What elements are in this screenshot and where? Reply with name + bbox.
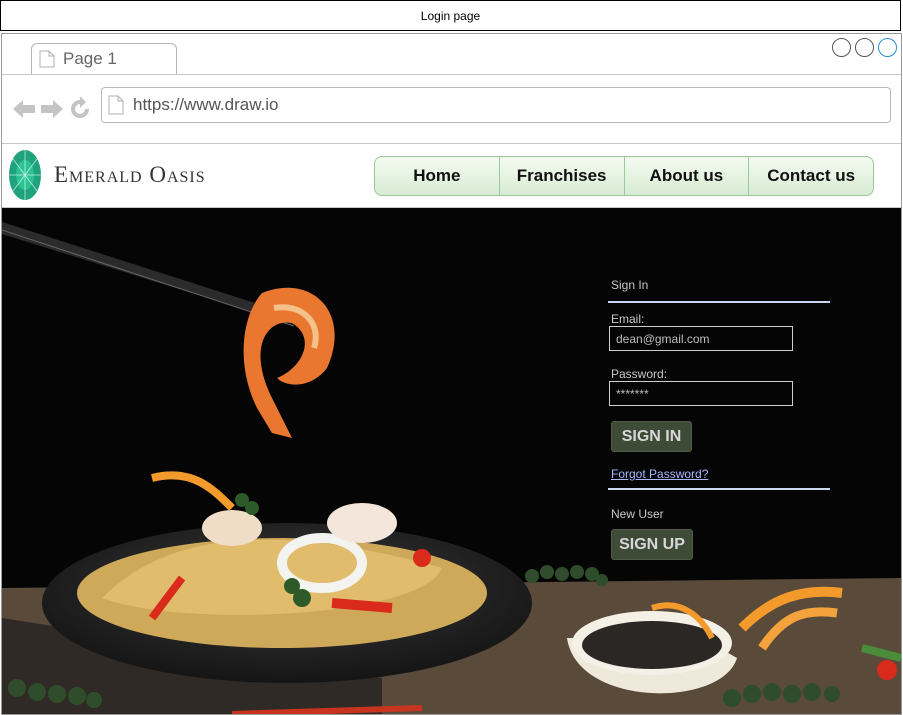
new-user-label: New User [611, 507, 664, 521]
page-icon [108, 95, 124, 115]
signup-button[interactable]: SIGN UP [611, 529, 693, 560]
brand-name: Emerald Oasis [54, 162, 206, 187]
minimize-button[interactable] [832, 38, 851, 57]
site-logo[interactable]: Emerald Oasis [8, 149, 206, 201]
emerald-gem-icon [9, 150, 41, 200]
nav-about-us[interactable]: About us [623, 157, 749, 195]
nav-home[interactable]: Home [375, 157, 499, 195]
hero-image: Sign In Email: dean@gmail.com Password: … [2, 208, 901, 714]
refresh-icon[interactable] [68, 97, 92, 121]
tab-label: Page 1 [63, 49, 117, 68]
url-text: https://www.draw.io [133, 95, 279, 114]
window-titlebar: Login page [0, 0, 901, 31]
main-nav: Home Franchises About us Contact us [374, 156, 874, 196]
tab-strip: Page 1 [2, 34, 901, 75]
email-label: Email: [611, 312, 645, 326]
browser-tab[interactable]: Page 1 [31, 43, 177, 74]
signin-divider [608, 301, 830, 303]
food-photo [2, 208, 901, 714]
browser-window: Page 1 https://www.draw.io Emerald Oasis… [1, 33, 902, 715]
email-field[interactable]: dean@gmail.com [609, 326, 793, 351]
close-button[interactable] [878, 38, 897, 57]
password-value: ******* [616, 386, 649, 401]
forward-arrow-icon[interactable] [40, 98, 64, 120]
window-controls [832, 38, 897, 57]
back-arrow-icon[interactable] [12, 98, 36, 120]
password-field[interactable]: ******* [609, 381, 793, 406]
address-row: https://www.draw.io [2, 75, 901, 144]
password-label: Password: [611, 367, 668, 381]
site-header: Emerald Oasis Home Franchises About us C… [2, 144, 901, 208]
signup-divider [608, 488, 830, 490]
email-value: dean@gmail.com [616, 331, 710, 346]
nav-controls [12, 97, 92, 121]
nav-franchises[interactable]: Franchises [498, 157, 624, 195]
window-title: Login page [420, 8, 481, 23]
nav-contact-us[interactable]: Contact us [748, 157, 873, 195]
signin-button[interactable]: SIGN IN [611, 421, 692, 452]
page-icon [39, 50, 55, 68]
forgot-password-link[interactable]: Forgot Password? [611, 467, 708, 481]
address-bar[interactable]: https://www.draw.io [101, 87, 891, 123]
signin-heading: Sign In [611, 278, 649, 292]
maximize-button[interactable] [855, 38, 874, 57]
